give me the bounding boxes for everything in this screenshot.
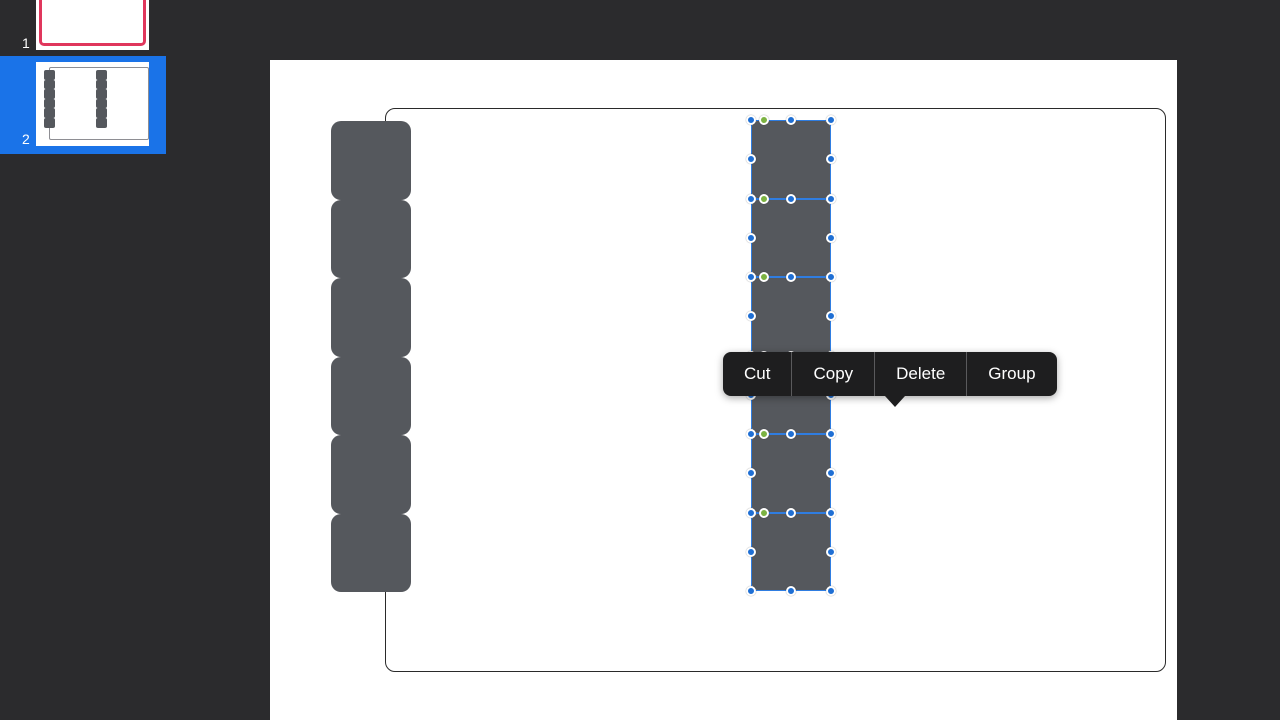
rotation-handle[interactable] [759,429,769,439]
selected-rounded-square-shape[interactable] [751,277,831,356]
rounded-square-shape[interactable] [331,356,411,435]
slide-thumbnail-1[interactable] [36,0,149,50]
selection-outline [751,198,831,277]
resize-handle[interactable] [826,429,836,439]
rotation-handle[interactable] [759,272,769,282]
resize-handle[interactable] [786,586,796,596]
resize-handle[interactable] [786,193,796,204]
resize-handle[interactable] [746,115,756,125]
resize-handle[interactable] [786,272,796,282]
resize-handle[interactable] [746,232,756,243]
resize-handle[interactable] [746,586,756,596]
thumbnail-block-column-right [96,70,107,128]
copy-menu-item[interactable]: Copy [791,352,874,396]
resize-handle[interactable] [746,193,756,204]
resize-handle[interactable] [826,507,836,518]
resize-handle[interactable] [786,115,796,125]
rounded-square-shape[interactable] [331,513,411,592]
rounded-square-shape[interactable] [331,199,411,278]
slide-thumbnail-item-1[interactable]: 1 [0,0,166,52]
delete-menu-item[interactable]: Delete [874,352,966,396]
rounded-square-shape[interactable] [331,435,411,514]
keynote-app: 1 2 Cut Copy Delete Group [0,0,1280,720]
slide-canvas[interactable]: Cut Copy Delete Group [166,0,1280,720]
selected-rounded-square-shape[interactable] [751,434,831,513]
rotation-handle[interactable] [759,507,769,518]
resize-handle[interactable] [826,232,836,243]
resize-handle[interactable] [826,115,836,125]
resize-handle[interactable] [826,193,836,204]
selection-outline [751,120,831,199]
rounded-square-shape[interactable] [331,278,411,357]
context-menu-pointer [885,396,905,407]
selection-outline [751,512,831,591]
resize-handle[interactable] [746,272,756,282]
resize-handle[interactable] [826,272,836,282]
slide-thumbnail-item-2[interactable]: 2 [0,56,166,154]
selected-rounded-square-shape[interactable] [751,120,831,199]
resize-handle[interactable] [826,586,836,596]
resize-handle[interactable] [786,507,796,518]
context-menu: Cut Copy Delete Group [723,352,1057,407]
cut-menu-item[interactable]: Cut [723,352,791,396]
resize-handle[interactable] [746,546,756,557]
selected-rounded-square-shape[interactable] [751,512,831,591]
rounded-square-shape[interactable] [331,121,411,200]
resize-handle[interactable] [746,507,756,518]
slide-thumbnail-2[interactable] [36,62,149,146]
resize-handle[interactable] [826,546,836,557]
slide-navigator: 1 2 [0,0,167,720]
thumbnail-frame-shape [39,0,146,46]
group-menu-item[interactable]: Group [966,352,1056,396]
slide-number-1: 1 [22,35,30,51]
thumbnail-block-column-left [44,70,55,128]
rotation-handle[interactable] [759,193,769,204]
selection-outline [751,277,831,356]
selected-rounded-square-shape[interactable] [751,198,831,277]
resize-handle[interactable] [786,429,796,439]
slide-page[interactable]: Cut Copy Delete Group [270,60,1177,720]
slide-number-2: 2 [22,131,30,147]
resize-handle[interactable] [746,429,756,439]
selection-outline [751,434,831,513]
rotation-handle[interactable] [759,115,769,125]
block-column-left [331,121,411,592]
